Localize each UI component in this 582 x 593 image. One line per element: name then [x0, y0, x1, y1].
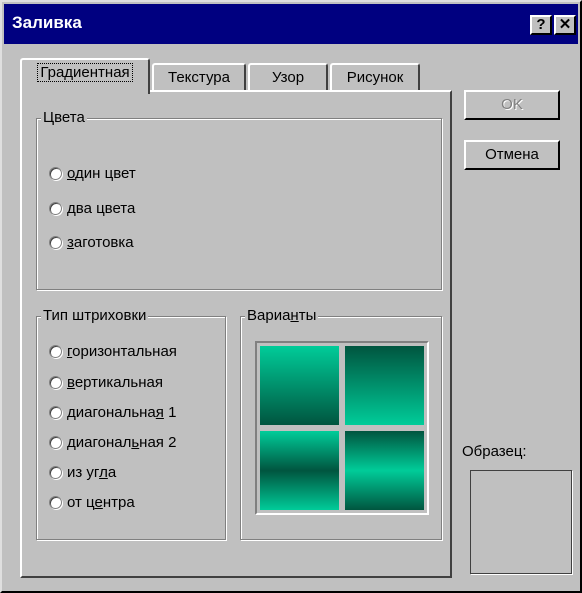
sample-preview	[470, 470, 572, 574]
tab-pattern-label: Узор	[271, 69, 305, 86]
radio-horizontal-label: горизонтальная	[67, 342, 177, 360]
radio-diagonal-2-label: диагональная 2	[67, 433, 177, 451]
tab-picture[interactable]: Рисунок	[330, 63, 420, 93]
title-bar[interactable]: Заливка ? ✕	[4, 4, 578, 44]
variants-group: Варианты	[240, 307, 442, 540]
radio-from-center-label: от центра	[67, 493, 135, 511]
gradient-tab-panel: Цвета один цвет два цвета заготовка Тип …	[20, 90, 452, 578]
radio-circle	[49, 465, 62, 479]
radio-circle	[49, 495, 62, 509]
radio-two-colors[interactable]: два цвета	[49, 198, 135, 218]
sample-label: Образец:	[462, 443, 527, 460]
close-icon: ✕	[558, 16, 572, 33]
variant-swatch-4[interactable]	[344, 430, 425, 511]
radio-from-corner-label: из угла	[67, 463, 117, 481]
radio-diagonal-1-label: диагональная 1	[67, 403, 177, 421]
tab-gradient[interactable]: Градиентная	[20, 58, 150, 94]
radio-horizontal[interactable]: горизонтальная	[49, 341, 177, 361]
cancel-button[interactable]: Отмена	[464, 140, 560, 170]
radio-from-corner[interactable]: из угла	[49, 462, 116, 482]
dialog-title: Заливка	[12, 13, 82, 32]
radio-one-color[interactable]: один цвет	[49, 163, 136, 183]
radio-vertical[interactable]: вертикальная	[49, 372, 163, 392]
shading-type-group-label: Тип штриховки	[41, 307, 149, 325]
variants-grid	[255, 341, 429, 515]
radio-preset-label: заготовка	[67, 233, 134, 251]
tab-texture[interactable]: Текстура	[152, 63, 246, 93]
shading-type-group: Тип штриховки горизонтальная вертикальна…	[36, 307, 226, 540]
radio-vertical-label: вертикальная	[67, 373, 163, 391]
fill-dialog: Заливка ? ✕ Градиентная Текстура Узор Ри…	[0, 0, 582, 593]
variant-swatch-2[interactable]	[344, 345, 425, 426]
close-button[interactable]: ✕	[554, 15, 576, 35]
variant-swatch-3[interactable]	[259, 430, 340, 511]
tab-pattern[interactable]: Узор	[248, 63, 328, 93]
radio-one-color-label: один цвет	[67, 164, 136, 182]
radio-diagonal-1[interactable]: диагональная 1	[49, 402, 176, 422]
variants-group-label: Варианты	[245, 307, 319, 325]
radio-circle	[49, 235, 62, 249]
colors-group: Цвета один цвет два цвета заготовка	[36, 109, 442, 290]
help-icon: ?	[536, 16, 546, 33]
variant-swatch-1[interactable]	[259, 345, 340, 426]
help-button[interactable]: ?	[530, 15, 552, 35]
radio-circle	[49, 375, 62, 389]
tab-texture-label: Текстура	[168, 69, 230, 86]
tab-picture-label: Рисунок	[346, 69, 404, 86]
tab-gradient-label: Градиентная	[37, 63, 133, 82]
radio-from-center[interactable]: от центра	[49, 492, 135, 512]
colors-group-label: Цвета	[41, 109, 87, 127]
radio-circle	[49, 344, 62, 358]
radio-preset[interactable]: заготовка	[49, 232, 134, 252]
radio-circle	[49, 405, 62, 419]
radio-circle	[49, 166, 62, 180]
radio-circle	[49, 201, 62, 215]
radio-diagonal-2[interactable]: диагональная 2	[49, 432, 176, 452]
radio-two-colors-label: два цвета	[67, 199, 136, 217]
radio-circle	[49, 435, 62, 449]
ok-button[interactable]: OK	[464, 90, 560, 120]
